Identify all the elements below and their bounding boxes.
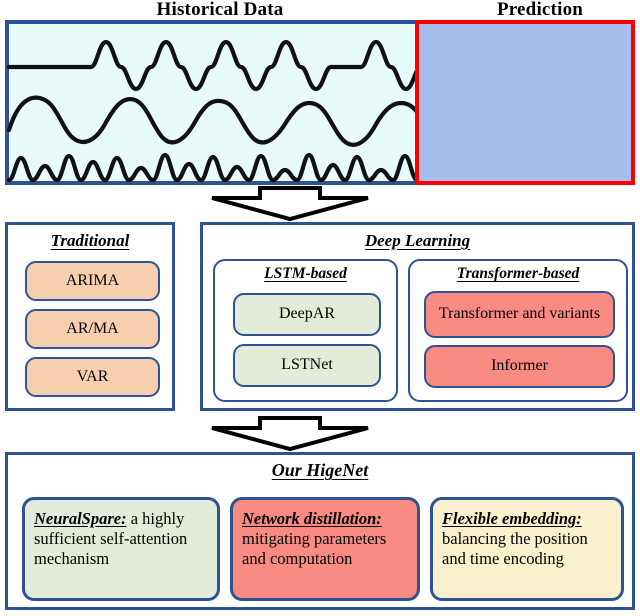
feature-description: mitigating parameters and computation [242, 529, 387, 569]
deep-learning-section: Deep Learning LSTM-based DeepAR LSTNet T… [200, 222, 635, 411]
feature-card-network-distillation[interactable]: Network distillation: mitigating paramet… [230, 497, 420, 601]
down-arrow-to-higenet [190, 416, 390, 452]
transformer-based-heading: Transformer-based [456, 265, 580, 282]
diagram-root: Historical Data Prediction Traditional A… [0, 0, 640, 616]
model-pill-lstnet[interactable]: LSTNet [233, 344, 381, 387]
model-pill-transformer-and-variants[interactable]: Transformer and variants [424, 291, 615, 338]
our-higenet-heading: Our HigeNet [271, 460, 369, 480]
prediction-title: Prediction [496, 0, 584, 20]
feature-card-neuralspare[interactable]: NeuralSpare: a highly sufficient self-at… [22, 497, 220, 601]
lstm-based-group: LSTM-based DeepAR LSTNet [213, 259, 398, 402]
prediction-panel [415, 20, 635, 185]
feature-card-flexible-embedding[interactable]: Flexible embedding: balancing the positi… [430, 497, 624, 601]
lstm-based-heading: LSTM-based [264, 265, 347, 282]
historical-data-title: Historical Data [156, 0, 284, 20]
model-pill-arima[interactable]: ARIMA [25, 261, 160, 301]
traditional-heading: Traditional [50, 231, 130, 250]
model-pill-var[interactable]: VAR [25, 357, 160, 397]
feature-term: Network distillation: [242, 509, 382, 528]
feature-term: NeuralSpare: [34, 509, 127, 528]
transformer-based-group: Transformer-based Transformer and varian… [408, 259, 628, 402]
model-pill-arma[interactable]: AR/MA [25, 309, 160, 349]
model-pill-informer[interactable]: Informer [424, 345, 615, 388]
feature-description: balancing the position and time encoding [442, 529, 588, 569]
model-pill-deepar[interactable]: DeepAR [233, 293, 381, 336]
our-higenet-section: Our HigeNet NeuralSpare: a highly suffic… [5, 452, 635, 610]
traditional-section: Traditional ARIMA AR/MA VAR [5, 222, 175, 411]
down-arrow-to-models [190, 186, 390, 222]
deep-learning-heading: Deep Learning [364, 231, 471, 250]
feature-term: Flexible embedding: [442, 509, 582, 528]
